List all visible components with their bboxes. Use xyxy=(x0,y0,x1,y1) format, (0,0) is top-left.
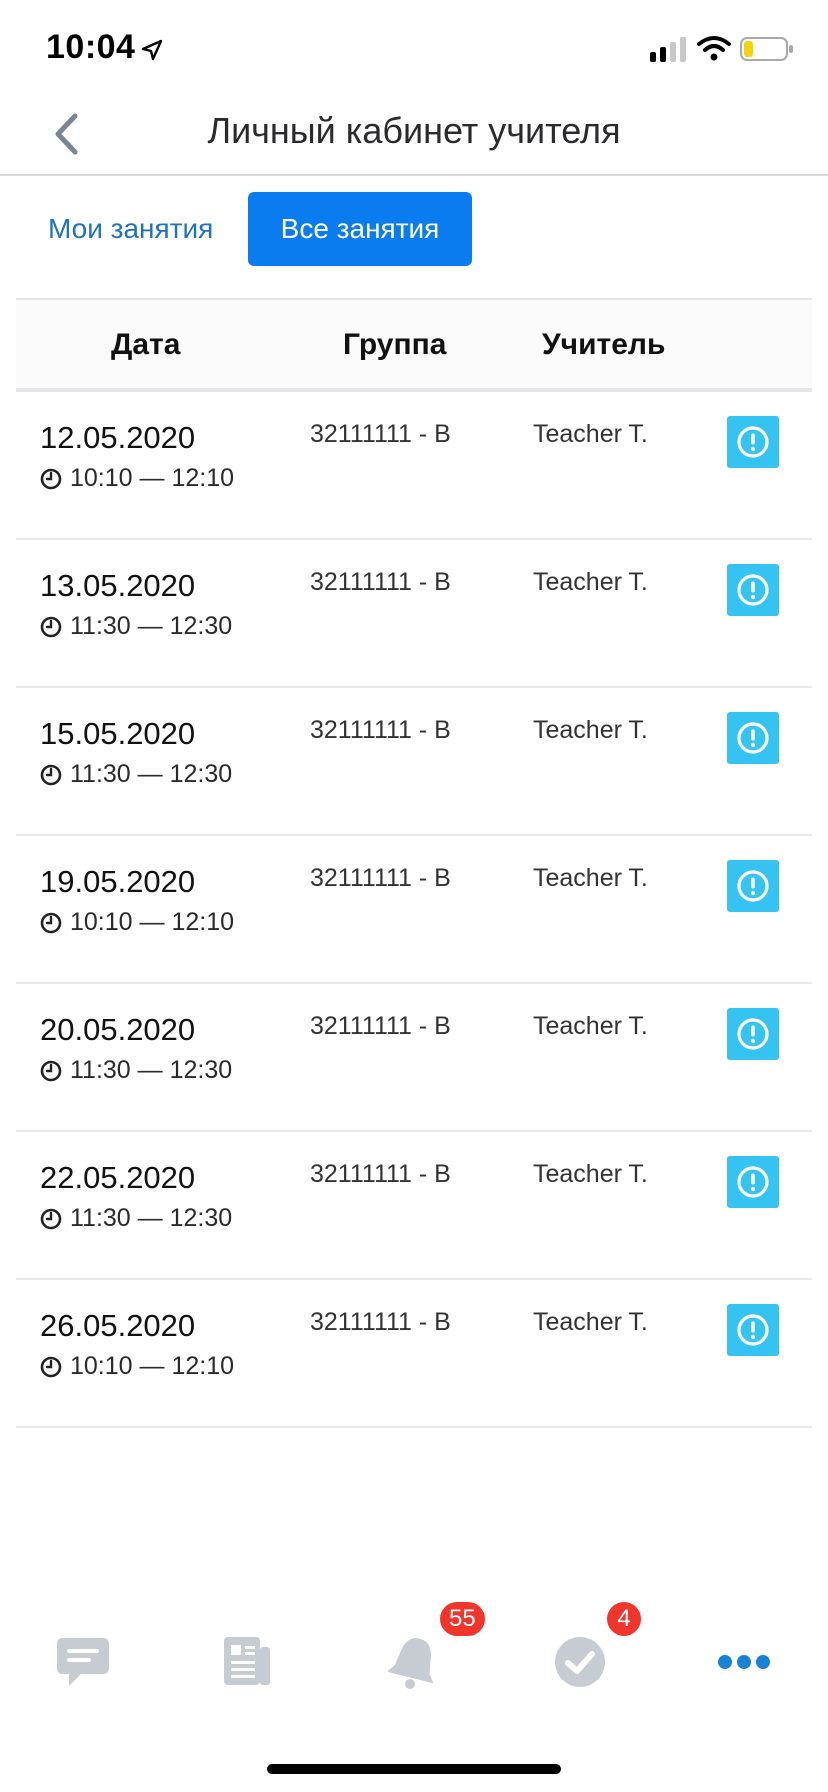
lesson-date: 26.05.2020 xyxy=(40,1308,196,1343)
lesson-group: 32111111 - B xyxy=(310,420,451,448)
lesson-group: 32111111 - B xyxy=(310,568,451,596)
exclamation-circle-icon xyxy=(737,426,769,458)
tasks-badge: 4 xyxy=(607,1602,641,1636)
wifi-icon xyxy=(697,36,731,61)
lesson-time: 10:10 — 12:10 xyxy=(40,908,234,937)
lesson-date: 19.05.2020 xyxy=(40,864,196,899)
column-header-teacher: Учитель xyxy=(542,328,666,361)
lesson-date: 13.05.2020 xyxy=(40,568,196,603)
lesson-time: 10:10 — 12:10 xyxy=(40,464,234,493)
clock-icon xyxy=(40,468,62,489)
exclamation-circle-icon xyxy=(737,722,769,754)
lessons-table: Дата Группа Учитель 12.05.2020 10:10 — 12… xyxy=(16,298,812,1472)
table-body[interactable]: 12.05.2020 10:10 — 12:10 32111111 - B Teach… xyxy=(16,392,812,1472)
lesson-time-text: 11:30 — 12:30 xyxy=(70,1204,233,1232)
lesson-time-text: 11:30 — 12:30 xyxy=(70,760,233,788)
lesson-time: 11:30 — 12:30 xyxy=(40,1204,232,1233)
clock-icon xyxy=(40,912,62,933)
lesson-time: 11:30 — 12:30 xyxy=(40,1056,232,1085)
tab-my-lessons[interactable]: Мои занятия xyxy=(24,192,224,266)
lesson-time-text: 10:10 — 12:10 xyxy=(70,464,235,492)
lesson-teacher: Teacher T. xyxy=(533,1160,648,1188)
exclamation-circle-icon xyxy=(737,574,769,606)
bell-icon xyxy=(388,1638,434,1689)
clock-icon xyxy=(40,1060,62,1081)
exclamation-circle-icon xyxy=(737,870,769,902)
table-row[interactable]: 22.05.2020 11:30 — 12:30 32111111 - B Teach… xyxy=(16,1132,812,1280)
chevron-left-icon xyxy=(55,113,78,155)
lesson-teacher: Teacher T. xyxy=(533,568,648,596)
nav-bar: Личный кабинет учителя xyxy=(0,96,828,176)
lesson-time: 11:30 — 12:30 xyxy=(40,612,232,641)
lesson-teacher: Teacher T. xyxy=(533,1308,648,1336)
lesson-teacher: Teacher T. xyxy=(533,716,648,744)
lesson-group: 32111111 - B xyxy=(310,1160,451,1188)
exclamation-circle-icon xyxy=(737,1018,769,1050)
column-header-group: Группа xyxy=(343,328,447,361)
lesson-group: 32111111 - B xyxy=(310,716,451,744)
tab-all-lessons[interactable]: Все занятия xyxy=(248,192,472,266)
notifications-badge: 55 xyxy=(440,1602,485,1636)
location-arrow-icon xyxy=(141,39,163,61)
lesson-info-button[interactable] xyxy=(727,564,779,616)
table-header: Дата Группа Учитель xyxy=(16,298,812,392)
clock-icon xyxy=(40,1208,62,1229)
lesson-info-button[interactable] xyxy=(727,416,779,468)
back-button[interactable] xyxy=(40,106,92,162)
table-row[interactable]: 15.05.2020 11:30 — 12:30 32111111 - B Teach… xyxy=(16,688,812,836)
tab-bar-more[interactable] xyxy=(714,1632,774,1692)
battery-low-icon xyxy=(740,37,793,61)
tab-bar-chat[interactable] xyxy=(53,1632,113,1692)
clock-icon xyxy=(40,616,62,637)
status-time: 10:04 xyxy=(46,28,136,66)
clock-icon xyxy=(40,764,62,785)
lesson-info-button[interactable] xyxy=(727,1304,779,1356)
lesson-date: 15.05.2020 xyxy=(40,716,196,751)
check-icon xyxy=(555,1637,605,1687)
lesson-date: 12.05.2020 xyxy=(40,420,196,455)
table-row[interactable]: 12.05.2020 10:10 — 12:10 32111111 - B Teach… xyxy=(16,392,812,540)
lesson-group: 32111111 - B xyxy=(310,864,451,892)
column-header-date: Дата xyxy=(111,328,181,361)
lesson-date: 20.05.2020 xyxy=(40,1012,196,1047)
lesson-info-button[interactable] xyxy=(727,1156,779,1208)
table-row[interactable]: 20.05.2020 11:30 — 12:30 32111111 - B Teach… xyxy=(16,984,812,1132)
lesson-time-text: 11:30 — 12:30 xyxy=(70,612,233,640)
signal-icon xyxy=(650,37,686,62)
clock-icon xyxy=(40,1356,62,1377)
lesson-group: 32111111 - B xyxy=(310,1012,451,1040)
table-row[interactable]: 13.05.2020 11:30 — 12:30 32111111 - B Teach… xyxy=(16,540,812,688)
lesson-date: 22.05.2020 xyxy=(40,1160,196,1195)
news-icon xyxy=(224,1637,270,1685)
lesson-teacher: Teacher T. xyxy=(533,864,648,892)
lesson-teacher: Teacher T. xyxy=(533,1012,648,1040)
tab-bar-tasks[interactable] xyxy=(550,1632,610,1692)
table-row[interactable]: 19.05.2020 10:10 — 12:10 32111111 - B Teach… xyxy=(16,836,812,984)
lesson-time: 11:30 — 12:30 xyxy=(40,760,232,789)
lesson-group: 32111111 - B xyxy=(310,1308,451,1336)
exclamation-circle-icon xyxy=(737,1166,769,1198)
lesson-info-button[interactable] xyxy=(727,1008,779,1060)
exclamation-circle-icon xyxy=(737,1314,769,1346)
tab-bar-news[interactable] xyxy=(216,1632,276,1692)
lesson-time-text: 10:10 — 12:10 xyxy=(70,908,235,936)
page-title: Личный кабинет учителя xyxy=(207,110,621,151)
chat-icon xyxy=(57,1638,109,1686)
tab-bar-notifications[interactable] xyxy=(384,1632,444,1692)
lesson-time: 10:10 — 12:10 xyxy=(40,1352,234,1381)
lesson-teacher: Teacher T. xyxy=(533,420,648,448)
lesson-time-text: 11:30 — 12:30 xyxy=(70,1056,233,1084)
more-icon xyxy=(718,1655,770,1669)
home-indicator xyxy=(267,1764,561,1774)
table-row[interactable]: 26.05.2020 10:10 — 12:10 32111111 - B Teach… xyxy=(16,1280,812,1428)
status-bar: 10:04 xyxy=(0,0,828,96)
lesson-info-button[interactable] xyxy=(727,712,779,764)
lesson-time-text: 10:10 — 12:10 xyxy=(70,1352,235,1380)
tab-bar: 55 4 xyxy=(0,1602,828,1722)
lesson-info-button[interactable] xyxy=(727,860,779,912)
